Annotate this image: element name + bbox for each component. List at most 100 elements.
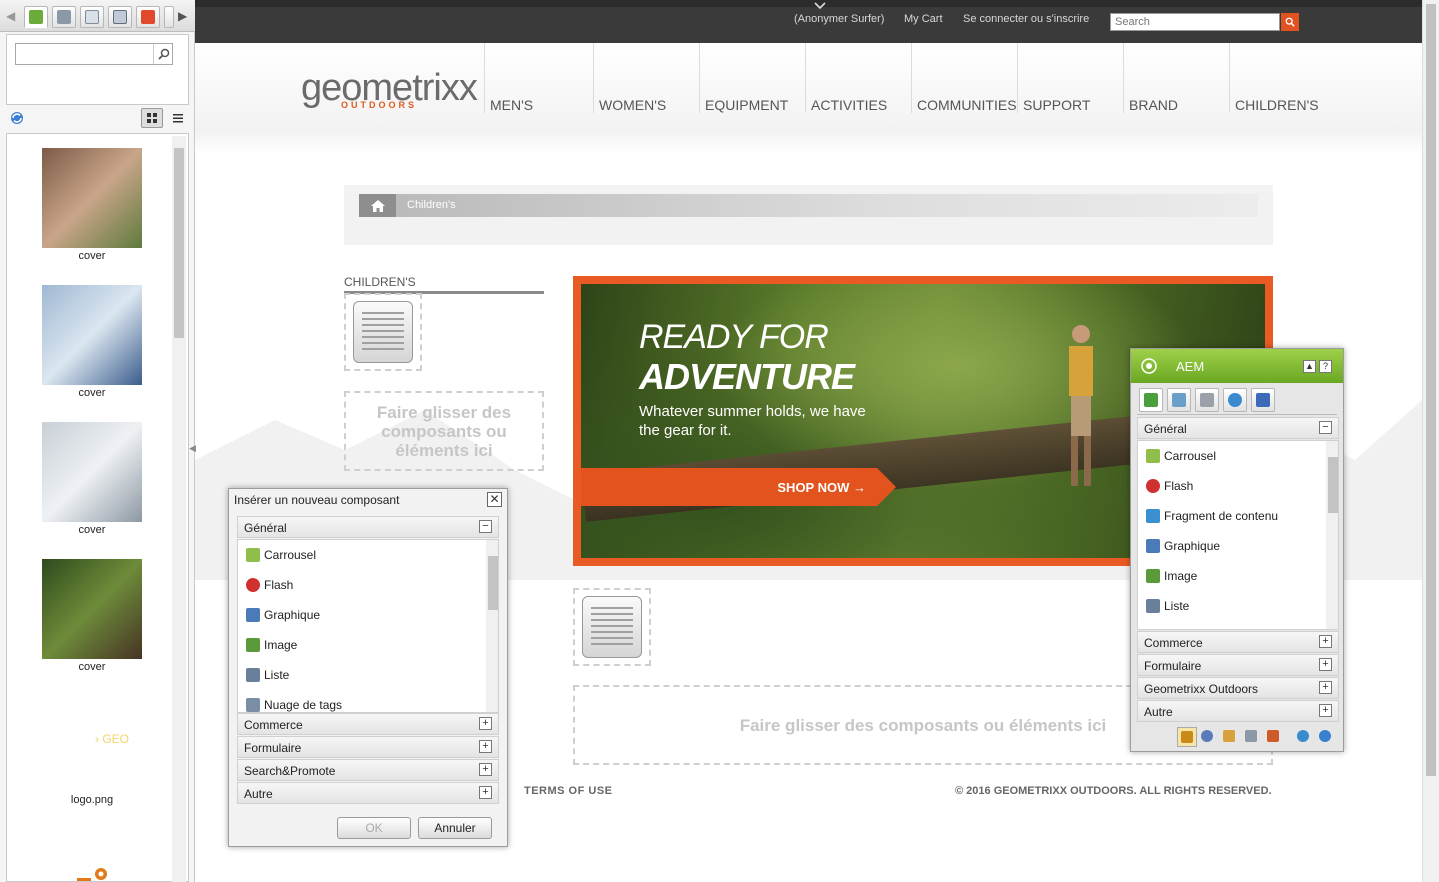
cart-link[interactable]: My Cart [904, 13, 943, 25]
sk-group-commerce-header[interactable]: Commerce + [1137, 631, 1339, 653]
minimize-icon[interactable]: ▲ [1303, 360, 1316, 373]
page-scroll-thumb[interactable] [1426, 4, 1436, 776]
component-item[interactable]: Image [1138, 561, 1197, 591]
tab-page[interactable] [1167, 388, 1191, 412]
expand-icon[interactable]: + [1319, 635, 1332, 648]
sk-group-geometrixx-header[interactable]: Geometrixx Outdoors + [1137, 677, 1339, 699]
expand-icon[interactable]: + [479, 786, 492, 799]
tab-information[interactable] [1195, 388, 1219, 412]
group-general-header[interactable]: Général − [237, 516, 499, 538]
scroll-thumb[interactable] [1328, 457, 1338, 513]
asset-item[interactable]: cover [7, 285, 177, 399]
nav-childrens[interactable]: CHILDREN'S [1235, 97, 1319, 113]
finder-collapse-handle[interactable]: ◀ [189, 440, 196, 458]
component-item[interactable]: Liste [238, 660, 289, 690]
breadcrumb-home[interactable] [359, 194, 396, 217]
breadcrumb-current[interactable]: Children's [407, 199, 456, 211]
scaffolding-button[interactable] [1245, 730, 1257, 745]
group-searchpromote-header[interactable]: Search&Promote + [237, 759, 499, 781]
user-link[interactable]: (Anonymer Surfer) [794, 13, 884, 25]
tab-s7[interactable] [136, 6, 160, 28]
shop-now-button[interactable]: SHOP NOW → [581, 468, 896, 506]
collapse-icon[interactable]: − [479, 520, 492, 533]
list-component-placeholder[interactable] [573, 588, 651, 666]
tab-paragraphs[interactable] [108, 6, 132, 28]
sk-group-form-header[interactable]: Formulaire + [1137, 654, 1339, 676]
component-item[interactable]: Graphique [238, 600, 320, 630]
list-view-button[interactable] [167, 108, 189, 128]
expand-icon[interactable]: + [1319, 681, 1332, 694]
scroll-thumb[interactable] [488, 556, 498, 610]
group-other-header[interactable]: Autre + [237, 782, 499, 804]
asset-item[interactable]: cover [7, 559, 177, 673]
component-item[interactable]: Flash [1138, 471, 1193, 501]
sidekick-titlebar[interactable]: AEM ▲ ? [1131, 349, 1343, 383]
list-component-placeholder[interactable] [344, 293, 422, 371]
component-list-scrollbar[interactable] [486, 540, 498, 712]
expand-icon[interactable]: + [479, 763, 492, 776]
asset-item[interactable]: cover [7, 148, 177, 262]
client-context-button[interactable] [1267, 730, 1279, 745]
tab-components[interactable] [1139, 388, 1163, 412]
edit-mode-button[interactable] [1177, 727, 1197, 747]
tab-workflow[interactable] [1251, 388, 1275, 412]
grid-view-button[interactable] [141, 108, 163, 128]
site-search-button[interactable] [1281, 13, 1299, 31]
finder-search-input[interactable] [15, 43, 173, 65]
terms-link[interactable]: TERMS OF USE [524, 785, 613, 797]
asset-list-scroll-thumb[interactable] [174, 148, 184, 338]
group-commerce-header[interactable]: Commerce + [237, 713, 499, 735]
component-item[interactable]: Graphique [1138, 531, 1220, 561]
login-link[interactable]: Se connecter ou s'inscrire [963, 13, 1089, 25]
nav-brand[interactable]: BRAND [1129, 97, 1178, 113]
sk-group-general-header[interactable]: Général − [1137, 417, 1339, 439]
design-mode-button[interactable] [1223, 730, 1235, 745]
nav-equipment[interactable]: EQUIPMENT [705, 97, 788, 113]
preview-mode-button[interactable] [1201, 730, 1213, 745]
expand-icon[interactable]: + [479, 740, 492, 753]
page-scrollbar[interactable] [1422, 0, 1439, 882]
tab-versioning[interactable] [1223, 388, 1247, 412]
component-item[interactable]: Image [238, 630, 297, 660]
nav-womens[interactable]: WOMEN'S [599, 97, 666, 113]
ok-button[interactable]: OK [337, 817, 411, 839]
tab-more[interactable] [164, 6, 174, 28]
sidekick-refresh-button[interactable] [1319, 730, 1331, 745]
expand-icon[interactable]: + [1319, 704, 1332, 717]
nav-communities[interactable]: COMMUNITIES [917, 97, 1017, 113]
sk-group-other-header[interactable]: Autre + [1137, 700, 1339, 722]
ruler-icon [1223, 730, 1235, 742]
expand-icon[interactable]: + [479, 717, 492, 730]
expand-icon[interactable]: + [1319, 658, 1332, 671]
refresh-icon[interactable] [9, 110, 25, 126]
website-admin-button[interactable] [1297, 730, 1309, 745]
asset-item[interactable]: cover [7, 422, 177, 536]
nav-mens[interactable]: MEN'S [490, 97, 533, 113]
site-search-input[interactable] [1110, 13, 1280, 31]
asset-item[interactable]: › GEO logo.png [7, 732, 177, 806]
nav-support[interactable]: SUPPORT [1023, 97, 1090, 113]
group-label: Search&Promote [244, 764, 336, 778]
tab-pages[interactable] [80, 6, 104, 28]
chevron-down-icon[interactable] [813, 1, 827, 11]
component-item[interactable]: Carrousel [1138, 441, 1216, 471]
finder-search-button[interactable] [153, 44, 173, 64]
group-form-header[interactable]: Formulaire + [237, 736, 499, 758]
component-item[interactable]: Carrousel [238, 540, 316, 570]
sidebar-dropzone[interactable]: Faire glisser des composants ou éléments… [344, 391, 544, 471]
nav-activities[interactable]: ACTIVITIES [811, 97, 887, 113]
component-item[interactable]: Nuage de tags [238, 690, 342, 712]
component-item[interactable]: Liste [1138, 591, 1189, 621]
tab-documents[interactable] [52, 6, 76, 28]
collapse-icon[interactable]: − [1319, 421, 1332, 434]
tab-images[interactable] [24, 6, 48, 28]
component-item[interactable]: Fragment de contenu [1138, 501, 1278, 531]
scroll-right-icon[interactable]: ▶ [178, 9, 187, 23]
asset-list: cover cover cover cover › GEO logo.png [6, 133, 189, 882]
cancel-button[interactable]: Annuler [418, 817, 492, 839]
sk-list-scrollbar[interactable] [1326, 441, 1338, 629]
dialog-close-button[interactable]: ✕ [487, 492, 502, 507]
component-item[interactable]: Flash [238, 570, 293, 600]
help-icon[interactable]: ? [1319, 360, 1332, 373]
scroll-left-icon[interactable]: ◀ [6, 9, 15, 23]
